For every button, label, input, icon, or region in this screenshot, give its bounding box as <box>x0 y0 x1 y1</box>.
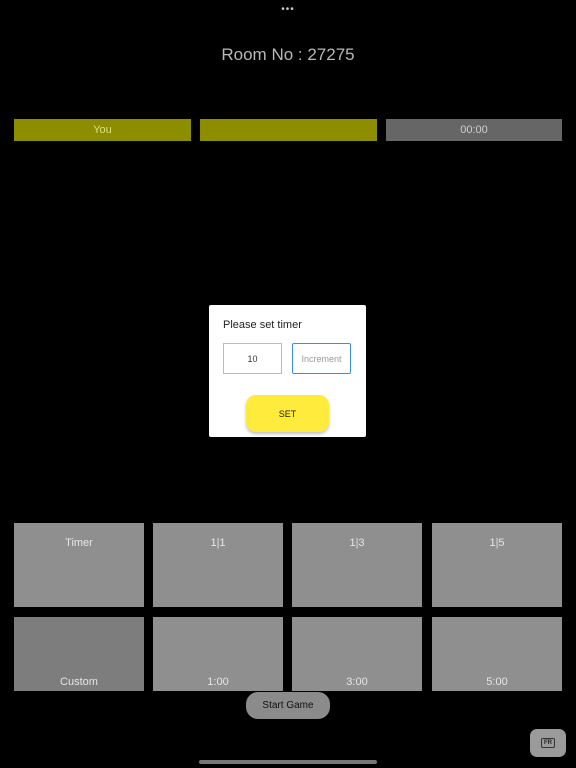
timer-dialog: Please set timer SET <box>209 305 366 437</box>
player-you-bar: You <box>14 119 191 141</box>
preset-5-00[interactable]: 5:00 <box>432 617 562 691</box>
home-indicator[interactable] <box>199 760 377 764</box>
preset-custom-label: Custom <box>60 676 98 688</box>
clock-display: 00:00 <box>386 119 562 141</box>
preset-1-00-label: 1:00 <box>207 676 229 688</box>
preset-custom[interactable]: Custom <box>14 617 144 691</box>
multitasking-dots[interactable]: ••• <box>278 4 298 15</box>
start-game-button[interactable]: Start Game <box>246 692 330 719</box>
opponent-bar <box>200 119 377 141</box>
dialog-title: Please set timer <box>223 319 302 331</box>
preset-3-00-label: 3:00 <box>346 676 368 688</box>
minutes-input[interactable] <box>223 343 282 374</box>
room-number-title: Room No : 27275 <box>221 45 355 64</box>
increment-input[interactable] <box>292 343 351 374</box>
set-button[interactable]: SET <box>246 395 329 432</box>
keyboard-language-button[interactable]: FR <box>530 729 566 757</box>
preset-3-00[interactable]: 3:00 <box>292 617 422 691</box>
keyboard-icon: FR <box>541 738 555 748</box>
preset-1-5[interactable]: 1|5 <box>432 523 562 607</box>
preset-1-3[interactable]: 1|3 <box>292 523 422 607</box>
preset-1-00[interactable]: 1:00 <box>153 617 283 691</box>
preset-1-1[interactable]: 1|1 <box>153 523 283 607</box>
preset-timer[interactable]: Timer <box>14 523 144 607</box>
preset-5-00-label: 5:00 <box>486 676 508 688</box>
